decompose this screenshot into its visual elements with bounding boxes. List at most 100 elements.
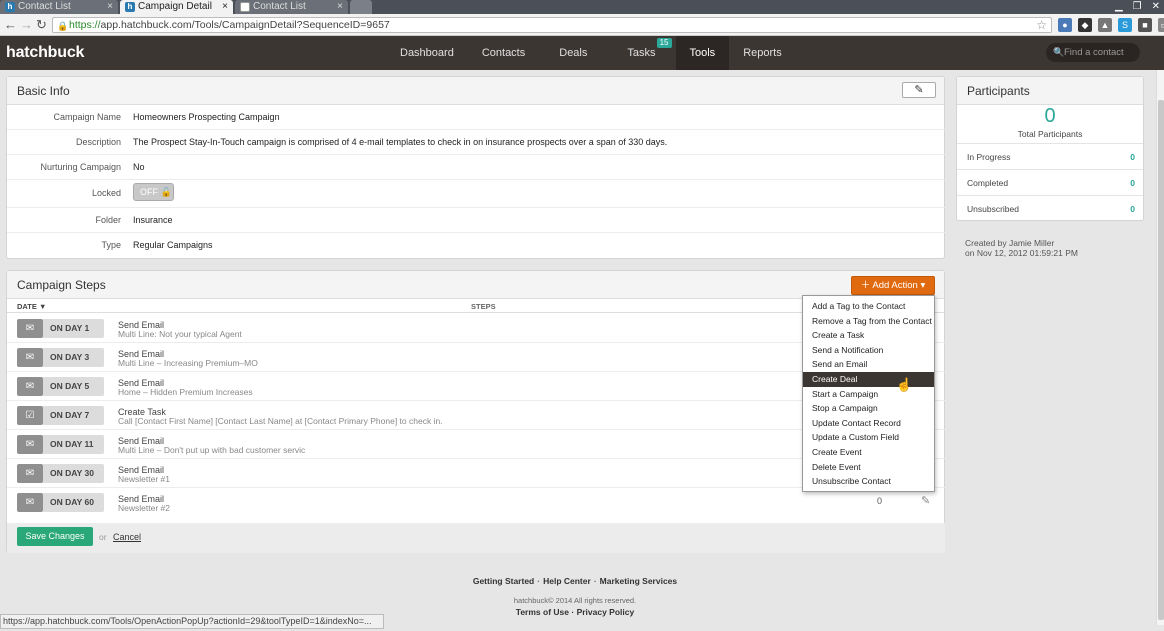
row-label: Unsubscribed xyxy=(967,204,1019,214)
envelope-icon: ✉ xyxy=(17,435,43,454)
back-arrow-icon[interactable]: ← xyxy=(4,17,17,33)
created-on: on Nov 12, 2012 01:59:21 PM xyxy=(965,248,1078,258)
menu-item-create-task[interactable]: Create a Task xyxy=(803,328,934,343)
envelope-icon: ✉ xyxy=(17,348,43,367)
menu-item-update-contact[interactable]: Update Contact Record xyxy=(803,416,934,431)
participants-row-unsubscribed[interactable]: Unsubscribed 0 xyxy=(957,195,1143,221)
menu-item-add-tag[interactable]: Add a Tag to the Contact xyxy=(803,299,934,314)
marketing-services-link[interactable]: Marketing Services xyxy=(600,576,677,586)
total-participants-label: Total Participants xyxy=(1017,129,1083,139)
extension-icon[interactable]: ■ xyxy=(1138,18,1152,32)
menu-item-send-notification[interactable]: Send a Notification xyxy=(803,343,934,358)
step-detail: Multi Line – Don't put up with bad custo… xyxy=(118,445,306,455)
extension-icon[interactable]: ◆ xyxy=(1078,18,1092,32)
row-label: In Progress xyxy=(967,152,1011,162)
extension-icon[interactable]: ▲ xyxy=(1098,18,1112,32)
getting-started-link[interactable]: Getting Started xyxy=(473,576,534,586)
step-detail: Multi Line – Increasing Premium–MO xyxy=(118,358,258,368)
row-value: 0 xyxy=(1130,152,1135,162)
steps-column-header: STEPS xyxy=(471,302,496,311)
browser-tab-campaign-detail[interactable]: h Campaign Detail × xyxy=(120,0,233,14)
help-center-link[interactable]: Help Center xyxy=(543,576,591,586)
unlock-icon: 🔓 xyxy=(160,187,172,197)
extension-icons: ● ◆ ▲ S ■ ▭ ≡ xyxy=(1058,18,1164,32)
separator: · xyxy=(537,576,541,586)
nav-tasks[interactable]: Tasks 15 xyxy=(607,36,675,70)
sort-down-icon: ▼ xyxy=(38,302,47,311)
nav-reports[interactable]: Reports xyxy=(729,36,796,70)
copyright: hatchbuck© 2014 All rights reserved. xyxy=(513,596,637,605)
nav-dashboard[interactable]: Dashboard xyxy=(386,36,468,70)
nav-deals[interactable]: Deals xyxy=(539,36,607,70)
nav-tools[interactable]: Tools xyxy=(675,36,730,70)
created-by: Created by Jamie Miller xyxy=(965,238,1055,248)
step-contact-count: 0 xyxy=(877,496,883,506)
scrollbar-thumb[interactable] xyxy=(1158,100,1164,620)
envelope-icon: ✉ xyxy=(17,493,43,512)
menu-item-create-event[interactable]: Create Event xyxy=(803,445,934,460)
browser-tab-contact-list-2[interactable]: Contact List × xyxy=(235,0,348,14)
step-day: ON DAY 7 xyxy=(43,406,104,425)
new-tab-button[interactable] xyxy=(350,0,372,14)
tab-label: Campaign Detail xyxy=(138,1,212,12)
browser-tab-contact-list[interactable]: h Contact List × xyxy=(0,0,118,14)
menu-item-update-custom-field[interactable]: Update a Custom Field xyxy=(803,430,934,445)
total-participants-count: 0 xyxy=(1044,105,1056,127)
participants-row-completed[interactable]: Completed 0 xyxy=(957,169,1143,195)
menu-item-remove-tag[interactable]: Remove a Tag from the Contact xyxy=(803,314,934,329)
cancel-link[interactable]: Cancel xyxy=(113,532,141,542)
page-scrollbar[interactable] xyxy=(1156,70,1164,625)
menu-item-send-email[interactable]: Send an Email xyxy=(803,357,934,372)
step-detail: Multi Line: Not your typical Agent xyxy=(118,329,242,339)
window-controls: ▁ ❐ ✕ xyxy=(1115,0,1160,14)
terms-link[interactable]: Terms of Use xyxy=(516,607,569,617)
edit-basic-info-button[interactable]: ✎ xyxy=(902,82,936,98)
privacy-link[interactable]: Privacy Policy xyxy=(577,607,635,617)
restore-icon[interactable]: ❐ xyxy=(1133,0,1142,14)
menu-item-unsubscribe[interactable]: Unsubscribe Contact xyxy=(803,474,934,489)
window-close-icon[interactable]: ✕ xyxy=(1152,0,1160,14)
browser-toolbar: ← → ↻ 🔒 https://app.hatchbuck.com/Tools/… xyxy=(0,14,1164,36)
panel-title: Participants xyxy=(967,84,1030,98)
main-nav: Dashboard Contacts Deals Tasks 15 Tools … xyxy=(386,36,796,70)
close-icon[interactable]: × xyxy=(107,0,113,14)
close-icon[interactable]: × xyxy=(337,0,343,14)
plus-icon: ＋ xyxy=(860,280,871,291)
close-icon[interactable]: × xyxy=(222,0,228,14)
bookmark-star-icon[interactable]: ☆ xyxy=(1036,18,1047,32)
caret-down-icon: ▾ xyxy=(920,280,926,291)
add-action-button[interactable]: ＋ Add Action ▾ xyxy=(851,276,935,295)
address-bar[interactable]: 🔒 https://app.hatchbuck.com/Tools/Campai… xyxy=(52,17,1052,33)
menu-item-start-campaign[interactable]: Start a Campaign xyxy=(803,387,934,402)
tab-label: Contact List xyxy=(18,1,71,12)
participants-header: Participants xyxy=(957,77,1143,105)
menu-item-delete-event[interactable]: Delete Event xyxy=(803,460,934,475)
add-action-menu: Add a Tag to the Contact Remove a Tag fr… xyxy=(802,295,935,492)
save-changes-button[interactable]: Save Changes xyxy=(17,527,93,546)
url-scheme: https:// xyxy=(69,19,101,31)
menu-item-create-deal[interactable]: Create Deal xyxy=(803,371,934,387)
info-row-locked: Locked OFF 🔓 xyxy=(7,180,945,208)
menu-item-stop-campaign[interactable]: Stop a Campaign xyxy=(803,401,934,416)
step-row[interactable]: ✉ ON DAY 60 Send Email Newsletter #2 0 ✎ xyxy=(7,488,945,517)
date-column-header[interactable]: DATE ▼ xyxy=(17,302,46,311)
contact-search-input[interactable]: 🔍 Find a contact xyxy=(1046,43,1140,62)
nav-contacts[interactable]: Contacts xyxy=(468,36,539,70)
locked-toggle[interactable]: OFF 🔓 xyxy=(133,183,174,201)
minimize-icon[interactable]: ▁ xyxy=(1115,0,1123,14)
forward-arrow-icon[interactable]: → xyxy=(20,17,33,33)
envelope-icon: ✉ xyxy=(17,464,43,483)
participants-panel: Participants 0 Total Participants In Pro… xyxy=(956,76,1144,221)
cast-icon[interactable]: ▭ xyxy=(1158,18,1164,32)
pencil-icon[interactable]: ✎ xyxy=(921,494,930,507)
skype-icon[interactable]: S xyxy=(1118,18,1132,32)
info-label: Description xyxy=(75,137,121,147)
step-day: ON DAY 3 xyxy=(43,348,104,367)
reload-icon[interactable]: ↻ xyxy=(36,17,47,33)
steps-footer: Save Changes or Cancel xyxy=(7,523,945,553)
info-row-folder: Folder Insurance xyxy=(7,208,945,233)
extension-icon[interactable]: ● xyxy=(1058,18,1072,32)
participants-row-in-progress[interactable]: In Progress 0 xyxy=(957,143,1143,169)
step-day: ON DAY 30 xyxy=(43,464,104,483)
hatchbuck-logo[interactable]: hatchbuck xyxy=(6,44,84,62)
